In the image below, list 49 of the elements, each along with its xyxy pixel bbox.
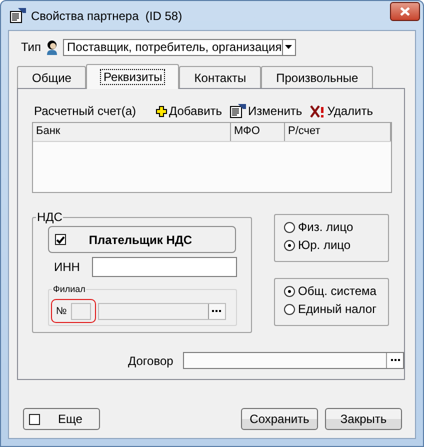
tab[interactable]: Общие bbox=[17, 66, 86, 88]
ellipsis-icon bbox=[390, 359, 400, 362]
radio-label[interactable]: Единый налог bbox=[298, 302, 376, 316]
ellipsis-icon bbox=[212, 310, 222, 312]
group-legend: НДС bbox=[36, 210, 64, 224]
edit-button[interactable]: Изменить bbox=[230, 104, 302, 118]
radio-label[interactable]: Физ. лицо bbox=[298, 220, 354, 234]
number-label: № bbox=[56, 306, 67, 316]
tab[interactable]: Контакты bbox=[179, 66, 262, 88]
type-label: Тип bbox=[21, 40, 42, 54]
dialog-button[interactable]: Закрыть bbox=[325, 408, 402, 430]
caret-icon bbox=[285, 45, 292, 49]
add-button[interactable]: Добавить bbox=[156, 104, 222, 118]
checkbox[interactable] bbox=[55, 234, 66, 245]
contract-label: Договор bbox=[128, 354, 174, 368]
type-dropdown[interactable]: Поставщик, потребитель, организация bbox=[63, 38, 296, 56]
inn-label: ИНН bbox=[54, 260, 80, 274]
radio-label[interactable]: Юр. лицо bbox=[298, 238, 351, 252]
document-icon bbox=[230, 104, 246, 118]
column-header: Банк bbox=[33, 123, 231, 141]
close-icon bbox=[400, 7, 410, 16]
tab[interactable]: Произвольные bbox=[261, 66, 374, 88]
column-header: МФО bbox=[231, 123, 285, 141]
vat-payer-label: Плательщик НДС bbox=[88, 232, 194, 246]
radio-button[interactable] bbox=[284, 286, 295, 296]
tab[interactable]: Реквизиты bbox=[86, 64, 180, 89]
branch-field[interactable] bbox=[98, 302, 226, 320]
delete-button[interactable]: Удалить bbox=[310, 104, 374, 118]
more-toggle[interactable]: Еще bbox=[23, 408, 100, 430]
person-icon bbox=[46, 40, 58, 54]
document-icon bbox=[10, 8, 26, 23]
radio-button[interactable] bbox=[284, 222, 295, 232]
accounts-label: Расчетный счет(а) bbox=[34, 104, 138, 118]
radio-button[interactable] bbox=[284, 240, 295, 250]
window-title: Свойства партнера (ID 58) bbox=[31, 8, 184, 22]
radio-label[interactable]: Общ. система bbox=[298, 284, 376, 298]
checkbox[interactable] bbox=[29, 414, 40, 424]
contract-field[interactable] bbox=[183, 352, 404, 369]
close-button[interactable] bbox=[390, 2, 420, 21]
column-header: Р/счет bbox=[285, 123, 391, 141]
radio-button[interactable] bbox=[284, 304, 295, 314]
browse-button[interactable] bbox=[386, 353, 403, 368]
group-legend: Филиал bbox=[52, 284, 86, 294]
number-field[interactable] bbox=[70, 302, 91, 320]
plus-icon bbox=[156, 106, 167, 116]
inn-field[interactable] bbox=[92, 257, 237, 277]
delete-icon bbox=[310, 104, 326, 118]
browse-button[interactable] bbox=[208, 304, 225, 318]
dialog-button[interactable]: Сохранить bbox=[241, 408, 318, 430]
